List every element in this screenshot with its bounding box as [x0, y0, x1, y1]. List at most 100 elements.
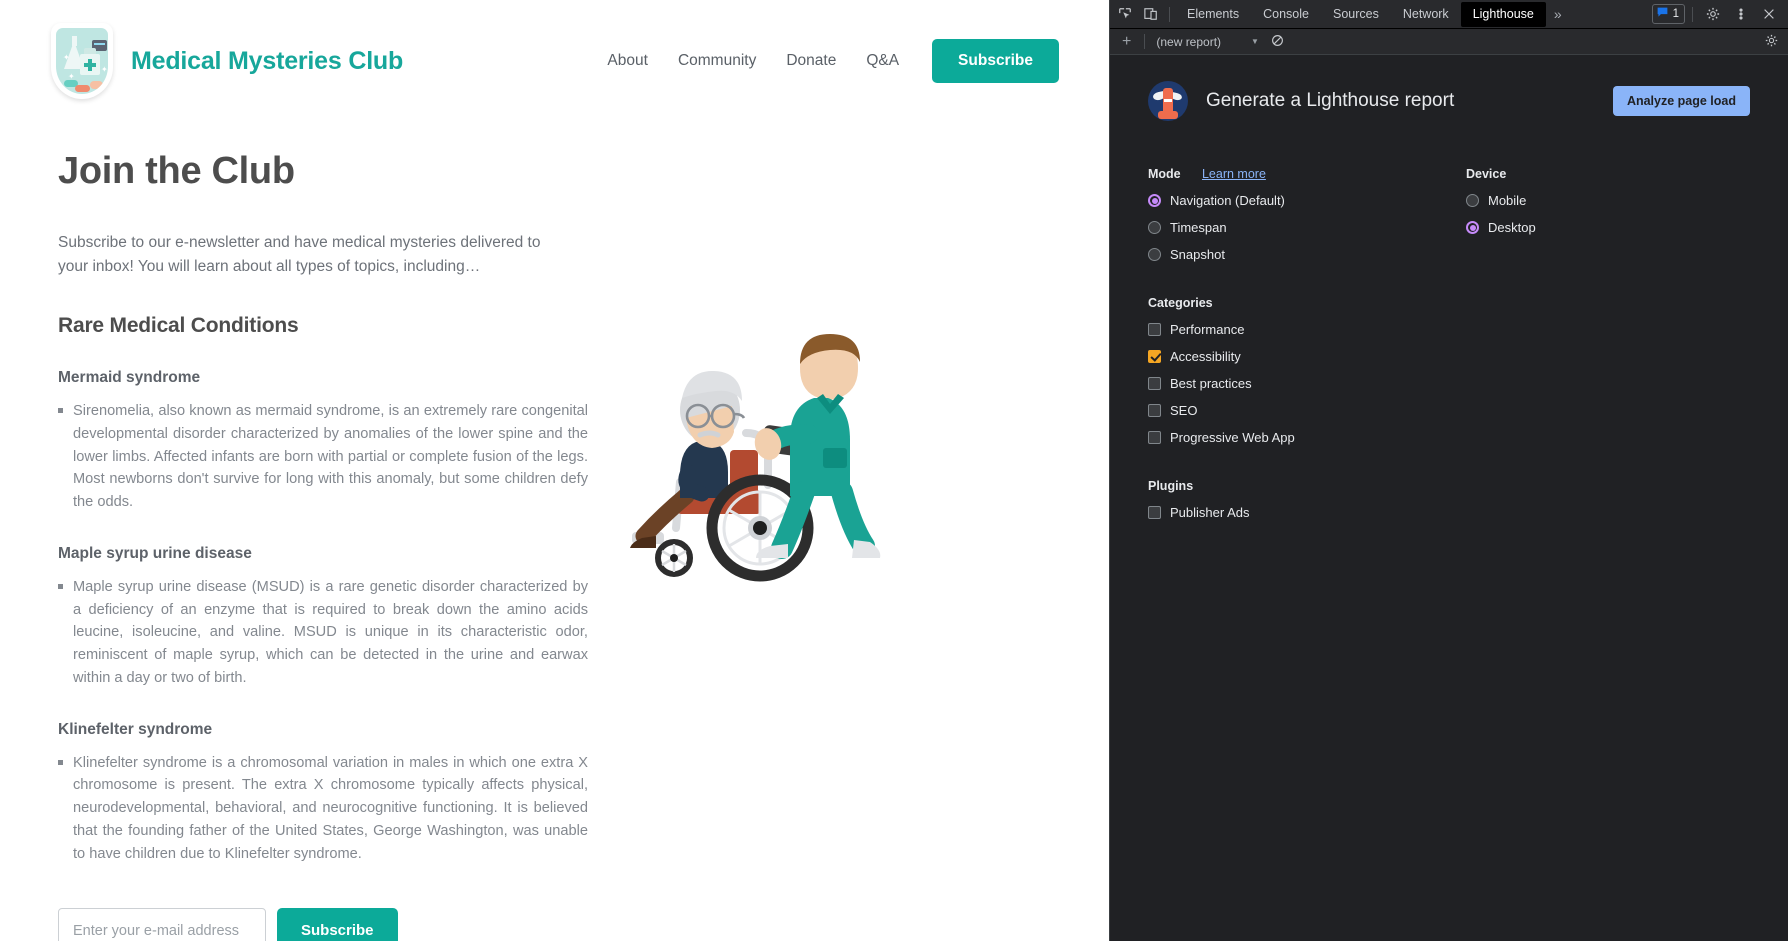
condition-title-mermaid: Mermaid syndrome [58, 369, 201, 387]
nav-link-qa[interactable]: Q&A [851, 52, 914, 70]
category-performance[interactable]: Performance [1148, 322, 1750, 337]
checkbox-performance[interactable] [1148, 323, 1161, 336]
plugins-label: Plugins [1148, 479, 1194, 493]
lighthouse-options: Mode Learn more Navigation (Default) Tim… [1148, 167, 1750, 262]
lighthouse-start-view: Generate a Lighthouse report Analyze pag… [1110, 55, 1788, 941]
devtools-toolbar-right: 1 [1651, 2, 1786, 27]
device-column: Device Mobile Desktop [1466, 167, 1750, 262]
condition-list-klinefelter: Klinefelter syndrome is a chromosomal va… [58, 752, 588, 866]
chevron-double-right-icon[interactable]: » [1546, 6, 1570, 22]
category-pwa[interactable]: Progressive Web App [1148, 430, 1750, 445]
nav-link-about[interactable]: About [592, 52, 663, 70]
tab-lighthouse[interactable]: Lighthouse [1460, 1, 1546, 27]
category-seo-label: SEO [1170, 403, 1198, 418]
plugin-publisher-ads-label: Publisher Ads [1170, 505, 1250, 520]
learn-more-link[interactable]: Learn more [1202, 167, 1266, 181]
clear-icon[interactable] [1265, 34, 1290, 50]
mode-option-timespan[interactable]: Timespan [1148, 220, 1466, 235]
category-accessibility-label: Accessibility [1170, 349, 1241, 364]
site-title: Medical Mysteries Club [131, 46, 404, 75]
lighthouse-toolbar: + (new report) ▼ [1110, 29, 1788, 55]
page-title: Join the Club [58, 150, 295, 192]
section-title: Rare Medical Conditions [58, 314, 299, 338]
condition-title-msud: Maple syrup urine disease [58, 544, 252, 562]
report-select-label: (new report) [1156, 34, 1222, 49]
category-best-practices[interactable]: Best practices [1148, 376, 1750, 391]
lighthouse-logo-icon [1148, 81, 1188, 121]
condition-list-mermaid: Sirenomelia, also known as mermaid syndr… [58, 400, 588, 514]
radio-desktop[interactable] [1466, 221, 1479, 234]
email-field[interactable] [58, 907, 266, 941]
category-performance-label: Performance [1170, 322, 1245, 337]
radio-timespan[interactable] [1148, 221, 1161, 234]
newsletter-signup-form: Subscribe [58, 907, 588, 941]
mode-option-navigation-label: Navigation (Default) [1170, 193, 1285, 208]
report-select[interactable]: (new report) ▼ [1150, 35, 1265, 49]
nav-link-community[interactable]: Community [663, 52, 771, 70]
toolbar2-divider [1144, 34, 1146, 49]
toolbar-divider-2 [1692, 6, 1693, 22]
device-option-mobile[interactable]: Mobile [1466, 193, 1750, 208]
condition-list-msud: Maple syrup urine disease (MSUD) is a ra… [58, 576, 588, 690]
plugin-publisher-ads[interactable]: Publisher Ads [1148, 505, 1750, 520]
mode-option-snapshot[interactable]: Snapshot [1148, 247, 1466, 262]
checkbox-accessibility[interactable] [1148, 350, 1161, 363]
page-lede: Subscribe to our e-newsletter and have m… [58, 234, 541, 276]
tab-sources[interactable]: Sources [1321, 2, 1391, 27]
page-content: Join the Club Subscribe to our e-newslet… [0, 122, 1109, 941]
more-vertical-icon[interactable] [1728, 2, 1754, 27]
medical-shield-icon: ✦ ✦ ✦ [51, 23, 113, 99]
illustration-column [588, 122, 1109, 941]
categories-label: Categories [1148, 296, 1213, 310]
device-label: Device [1466, 167, 1507, 181]
toolbar-divider [1169, 6, 1170, 22]
plugins-group: Plugins Publisher Ads [1148, 479, 1750, 520]
nurse-pushing-wheelchair-illustration [618, 332, 918, 597]
list-item: Klinefelter syndrome is a chromosomal va… [58, 752, 588, 866]
lighthouse-title: Generate a Lighthouse report [1206, 90, 1455, 111]
web-page: ✦ ✦ ✦ Medical Mysteries Club About Commu… [0, 0, 1109, 941]
category-seo[interactable]: SEO [1148, 403, 1750, 418]
device-option-desktop[interactable]: Desktop [1466, 220, 1750, 235]
issues-badge[interactable]: 1 [1651, 4, 1685, 24]
lighthouse-settings-gear-icon[interactable] [1765, 34, 1784, 50]
nav-link-donate[interactable]: Donate [771, 52, 851, 70]
checkbox-pwa[interactable] [1148, 431, 1161, 444]
checkbox-seo[interactable] [1148, 404, 1161, 417]
mode-option-timespan-label: Timespan [1170, 220, 1227, 235]
newsletter-subscribe-button[interactable]: Subscribe [277, 908, 398, 941]
radio-snapshot[interactable] [1148, 248, 1161, 261]
mode-option-navigation[interactable]: Navigation (Default) [1148, 193, 1466, 208]
close-icon[interactable] [1756, 2, 1782, 27]
site-header: ✦ ✦ ✦ Medical Mysteries Club About Commu… [0, 0, 1109, 122]
gear-icon[interactable] [1700, 2, 1726, 27]
analyze-page-load-button[interactable]: Analyze page load [1612, 86, 1750, 116]
inspect-element-icon[interactable] [1112, 2, 1138, 27]
categories-group: Categories Performance Accessibility Bes… [1148, 296, 1750, 445]
category-accessibility[interactable]: Accessibility [1148, 349, 1750, 364]
tab-elements[interactable]: Elements [1175, 2, 1251, 27]
issues-icon [1656, 6, 1669, 22]
content-column: Join the Club Subscribe to our e-newslet… [58, 122, 588, 941]
radio-navigation[interactable] [1148, 194, 1161, 207]
devtools-tabbar: Elements Console Sources Network Lightho… [1110, 0, 1788, 29]
radio-mobile[interactable] [1466, 194, 1479, 207]
category-best-practices-label: Best practices [1170, 376, 1252, 391]
mode-label: Mode [1148, 167, 1181, 181]
category-pwa-label: Progressive Web App [1170, 430, 1295, 445]
main-nav: About Community Donate Q&A Subscribe [592, 39, 1109, 83]
chevron-down-icon: ▼ [1251, 37, 1259, 46]
plus-icon[interactable]: + [1114, 33, 1139, 50]
device-toolbar-icon[interactable] [1138, 2, 1164, 27]
app-root: ✦ ✦ ✦ Medical Mysteries Club About Commu… [0, 0, 1788, 941]
issues-count: 1 [1672, 8, 1679, 20]
mode-column: Mode Learn more Navigation (Default) Tim… [1148, 167, 1466, 262]
device-option-mobile-label: Mobile [1488, 193, 1527, 208]
checkbox-best-practices[interactable] [1148, 377, 1161, 390]
checkbox-publisher-ads[interactable] [1148, 506, 1161, 519]
lighthouse-header: Generate a Lighthouse report Analyze pag… [1148, 81, 1750, 121]
tab-network[interactable]: Network [1391, 2, 1461, 27]
tab-console[interactable]: Console [1251, 2, 1321, 27]
condition-title-klinefelter: Klinefelter syndrome [58, 720, 213, 738]
header-subscribe-button[interactable]: Subscribe [932, 39, 1059, 83]
